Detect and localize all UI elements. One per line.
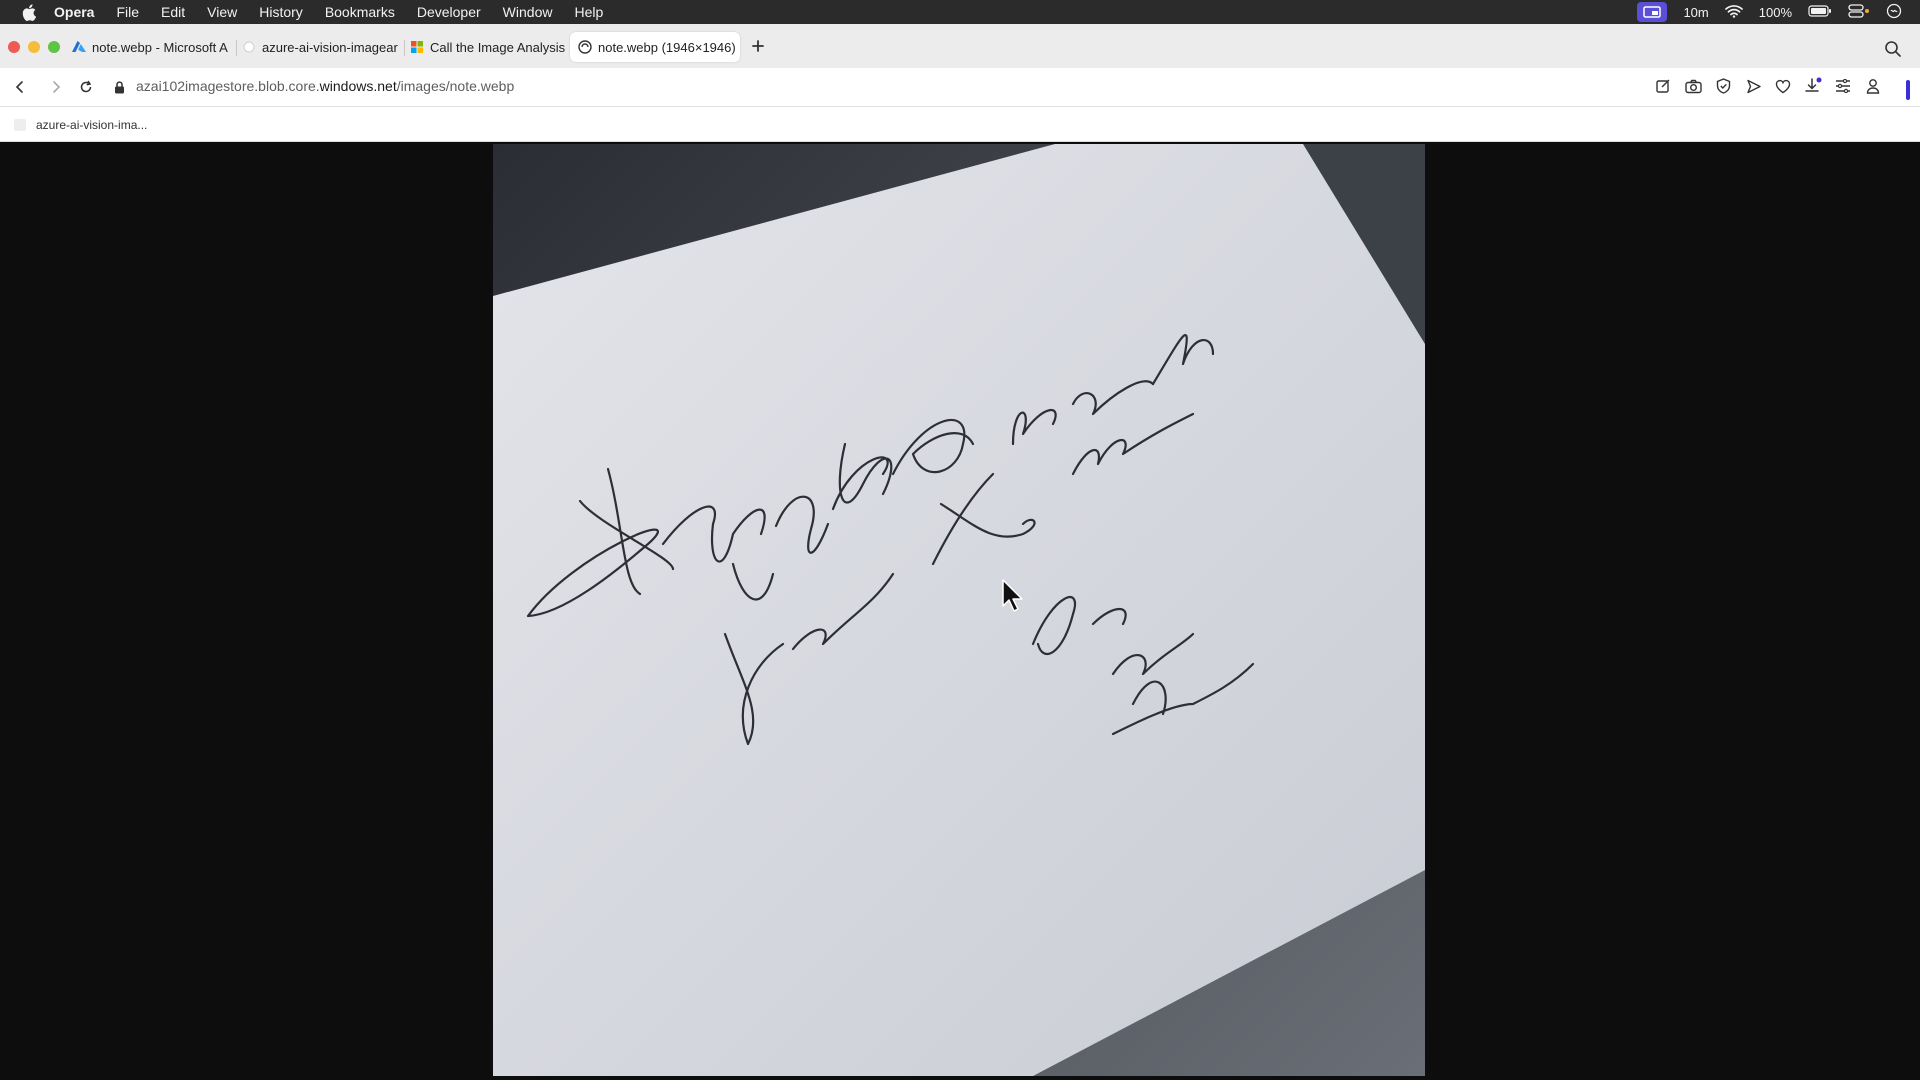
download-icon[interactable]	[1804, 77, 1822, 95]
timer-text[interactable]: 10m	[1683, 5, 1708, 20]
tab-title: note.webp (1946×1946)	[598, 39, 736, 55]
control-center-icon[interactable]	[1848, 3, 1870, 21]
menu-window[interactable]: Window	[503, 4, 553, 20]
zoom-window-button[interactable]	[48, 41, 60, 53]
easy-setup-icon[interactable]	[1834, 77, 1852, 95]
tab-note-webp-active[interactable]: note.webp (1946×1946)	[570, 32, 740, 62]
azure-icon	[72, 40, 86, 54]
menu-developer[interactable]: Developer	[417, 4, 481, 20]
mouse-cursor-icon	[1002, 579, 1024, 613]
url-path: /images/note.webp	[396, 78, 515, 94]
menu-app-name[interactable]: Opera	[54, 4, 94, 20]
url-prefix: azai102imagestore.blob.core.	[136, 78, 320, 94]
tab-title: azure-ai-vision-imagear	[262, 39, 398, 55]
url-domain: windows.net	[319, 78, 397, 94]
profile-icon[interactable]	[1864, 77, 1882, 95]
tab-azure-vision-repo[interactable]: azure-ai-vision-imagear	[242, 32, 398, 62]
heart-icon[interactable]	[1774, 77, 1792, 95]
menu-help[interactable]: Help	[574, 4, 603, 20]
battery-icon[interactable]	[1808, 4, 1832, 20]
bookmark-label: azure-ai-vision-ima...	[36, 118, 148, 132]
search-tabs-icon[interactable]	[1884, 40, 1902, 58]
bookmarks-bar	[0, 107, 1920, 142]
tab-separator	[236, 40, 237, 56]
note-image[interactable]	[493, 144, 1425, 1076]
url-field[interactable]: azai102imagestore.blob.core.windows.net/…	[136, 78, 514, 94]
screen-share-icon[interactable]	[1637, 2, 1668, 22]
bookmark-item[interactable]: azure-ai-vision-ima...	[14, 117, 147, 133]
minimize-window-button[interactable]	[28, 41, 40, 53]
new-tab-button[interactable]	[748, 36, 768, 56]
menu-edit[interactable]: Edit	[161, 4, 185, 20]
tab-separator	[404, 40, 405, 56]
microsoft-icon	[410, 40, 424, 54]
reload-icon[interactable]	[77, 78, 95, 96]
shield-icon[interactable]	[1714, 77, 1732, 95]
globe-icon	[578, 40, 592, 54]
lock-icon[interactable]	[110, 78, 128, 96]
sidebar-toggle-indicator[interactable]	[1906, 80, 1910, 100]
menu-file[interactable]: File	[116, 4, 139, 20]
menu-bookmarks[interactable]: Bookmarks	[325, 4, 395, 20]
bookmark-favicon-icon	[14, 119, 26, 131]
edit-icon[interactable]	[1654, 77, 1672, 95]
menu-view[interactable]: View	[207, 4, 237, 20]
blank-page-icon	[242, 40, 256, 54]
menu-history[interactable]: History	[259, 4, 303, 20]
send-icon[interactable]	[1744, 77, 1762, 95]
forward-icon[interactable]	[47, 78, 65, 96]
siri-icon[interactable]	[1886, 3, 1902, 22]
tab-title: Call the Image Analysis	[430, 39, 566, 55]
close-window-button[interactable]	[8, 41, 20, 53]
battery-percent: 100%	[1758, 4, 1792, 20]
status-area: 10m 100%	[1637, 0, 1902, 24]
back-icon[interactable]	[11, 78, 29, 96]
camera-icon[interactable]	[1684, 77, 1702, 95]
apple-icon[interactable]	[20, 3, 38, 21]
wifi-icon[interactable]	[1724, 4, 1743, 21]
tab-note-microsoft[interactable]: note.webp - Microsoft A	[72, 32, 230, 62]
tab-title: note.webp - Microsoft A	[92, 39, 228, 55]
menu-bar: Opera File Edit View History Bookmarks D…	[0, 0, 1920, 24]
tab-call-image-analysis[interactable]: Call the Image Analysis	[410, 32, 566, 62]
